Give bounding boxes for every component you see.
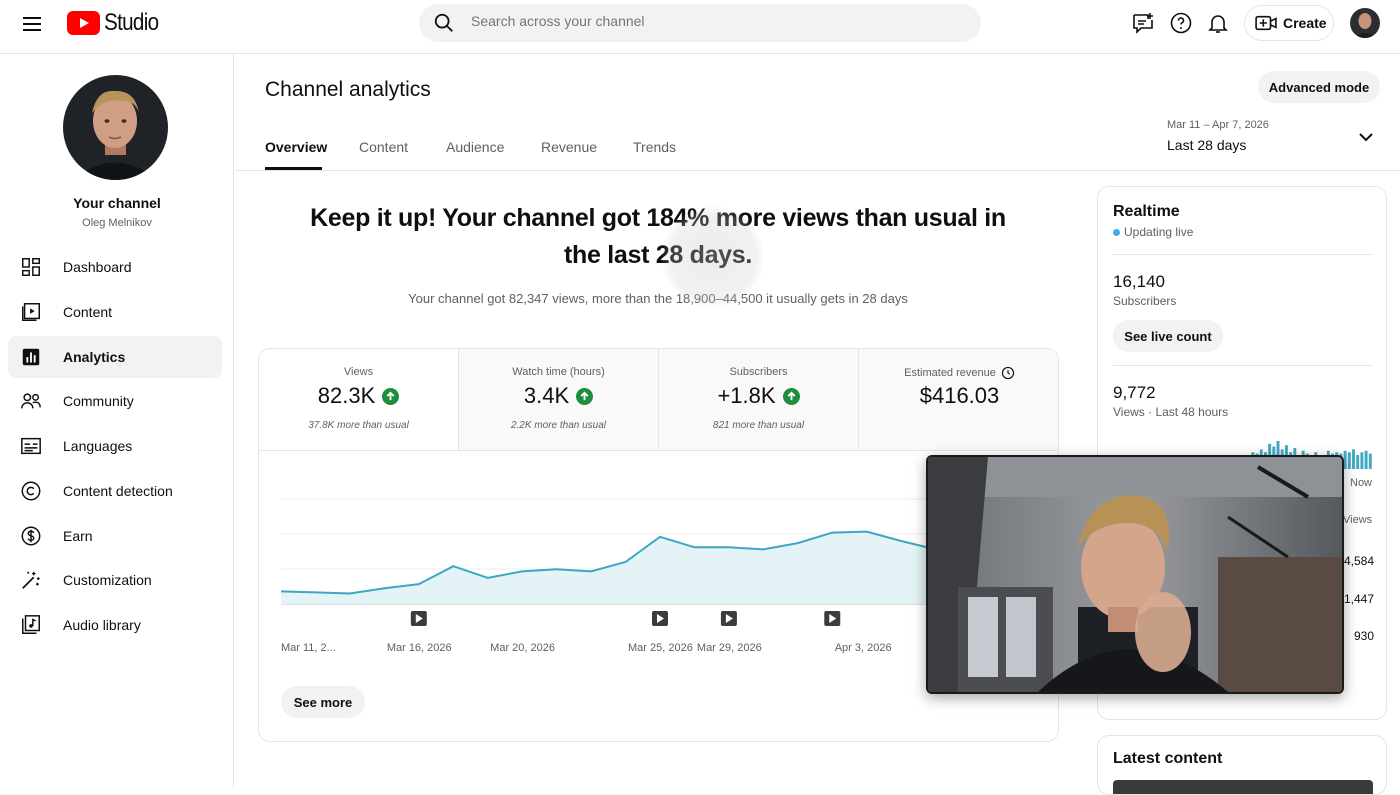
sidebar-item-label: Content [63, 304, 112, 320]
cursor-highlight [662, 206, 764, 308]
chart-x-tick-label: Mar 16, 2026 [387, 642, 452, 654]
realtime-subscribers-label: Subscribers [1113, 294, 1176, 308]
insight-headline: Keep it up! Your channel got 184% more v… [300, 200, 1016, 274]
tab-revenue[interactable]: Revenue [541, 139, 597, 155]
sidebar-item-analytics[interactable]: Analytics [8, 336, 222, 378]
analytics-icon [20, 346, 42, 368]
sidebar-item-customization[interactable]: Customization [8, 559, 222, 601]
chart-x-tick-label: Mar 29, 2026 [697, 642, 762, 654]
realtime-views-column: Views [1343, 514, 1372, 526]
sidebar-item-label: Audio library [63, 617, 141, 633]
realtime-status-text: Updating live [1124, 225, 1193, 239]
account-avatar-image [1350, 8, 1380, 38]
account-avatar[interactable] [1350, 8, 1380, 38]
realtime-bar [1344, 451, 1347, 469]
chart-x-tick-label: Mar 25, 2026 [628, 642, 693, 654]
search-bar[interactable] [419, 4, 981, 42]
see-more-button[interactable]: See more [281, 686, 365, 718]
create-button[interactable]: Create [1244, 5, 1334, 41]
chart-x-tick-label: Apr 3, 2026 [835, 642, 892, 654]
tab-trends[interactable]: Trends [633, 139, 676, 155]
sidebar-item-label: Dashboard [63, 259, 132, 275]
realtime-bar [1348, 452, 1351, 469]
channel-handle: Oleg Melnikov [0, 217, 234, 229]
channel-avatar[interactable] [63, 75, 168, 180]
divider [1113, 254, 1373, 255]
channel-avatar-image [63, 75, 168, 180]
studio-logo[interactable]: Studio [67, 9, 167, 37]
realtime-title: Realtime [1113, 203, 1180, 221]
latest-content-title: Latest content [1113, 750, 1222, 768]
tab-overview[interactable]: Overview [265, 139, 327, 155]
page-title: Channel analytics [265, 78, 431, 102]
audio-library-icon [20, 614, 42, 636]
chart-x-tick-label: Mar 11, 2... [281, 642, 336, 654]
live-dot-icon [1113, 229, 1120, 236]
latest-content-card: Latest content [1097, 735, 1387, 795]
tabs-divider [235, 170, 1400, 171]
realtime-bar [1365, 451, 1368, 469]
advanced-mode-button[interactable]: Advanced mode [1258, 71, 1380, 103]
feedback-icon[interactable] [1131, 11, 1155, 35]
create-label: Create [1283, 15, 1327, 31]
create-video-icon [1255, 14, 1277, 32]
realtime-views-value: 9,772 [1113, 383, 1156, 403]
logo-text: Studio [104, 9, 158, 37]
sidebar-item-earn[interactable]: Earn [8, 515, 222, 557]
search-icon [433, 12, 455, 34]
realtime-bar [1356, 455, 1359, 469]
dollar-icon [20, 525, 42, 547]
copyright-icon [20, 480, 42, 502]
sidebar-item-label: Content detection [63, 483, 173, 499]
chart-x-tick-label: Mar 20, 2026 [490, 642, 555, 654]
chevron-down-icon [1356, 130, 1376, 144]
help-icon[interactable] [1169, 11, 1193, 35]
insight-subline: Your channel got 82,347 views, more than… [300, 291, 1016, 306]
date-range-label: Last 28 days [1167, 137, 1246, 153]
sidebar-item-languages[interactable]: Languages [8, 425, 222, 467]
realtime-subscribers-value: 16,140 [1113, 272, 1165, 292]
sidebar-item-label: Analytics [63, 349, 125, 365]
sidebar-item-label: Languages [63, 438, 132, 454]
date-range-text: Mar 11 – Apr 7, 2026 [1167, 119, 1269, 131]
sidebar-item-audio-library[interactable]: Audio library [8, 604, 222, 646]
search-input[interactable] [471, 13, 951, 29]
webcam-video-frame [928, 457, 1342, 692]
divider [1113, 365, 1373, 366]
languages-icon [20, 435, 42, 457]
dashboard-icon [20, 256, 42, 278]
realtime-status: Updating live [1113, 225, 1193, 239]
realtime-views-label: Views · Last 48 hours [1113, 405, 1228, 419]
tab-audience[interactable]: Audience [446, 139, 504, 155]
content-icon [20, 301, 42, 323]
menu-icon[interactable] [20, 12, 44, 36]
youtube-logo-icon [67, 11, 100, 35]
realtime-bar [1360, 452, 1363, 469]
channel-name: Your channel [0, 195, 234, 211]
sidebar-item-label: Customization [63, 572, 152, 588]
see-live-count-button[interactable]: See live count [1113, 320, 1223, 352]
notifications-bell-icon[interactable] [1206, 11, 1230, 35]
sidebar-item-label: Community [63, 393, 134, 409]
sidebar-item-dashboard[interactable]: Dashboard [8, 246, 222, 288]
sidebar-item-content-detection[interactable]: Content detection [8, 470, 222, 512]
sidebar: Your channel Oleg Melnikov Dashboard Con… [0, 54, 234, 788]
realtime-bar [1369, 454, 1372, 469]
realtime-now-label: Now [1350, 477, 1372, 489]
magic-wand-icon [20, 569, 42, 591]
sidebar-item-content[interactable]: Content [8, 291, 222, 333]
webcam-overlay [926, 455, 1344, 694]
tab-content[interactable]: Content [359, 139, 408, 155]
sidebar-item-community[interactable]: Community [8, 380, 222, 422]
realtime-bar [1352, 449, 1355, 469]
community-icon [20, 390, 42, 412]
top-bar: Studio Create [0, 0, 1400, 54]
sidebar-item-label: Earn [63, 528, 93, 544]
